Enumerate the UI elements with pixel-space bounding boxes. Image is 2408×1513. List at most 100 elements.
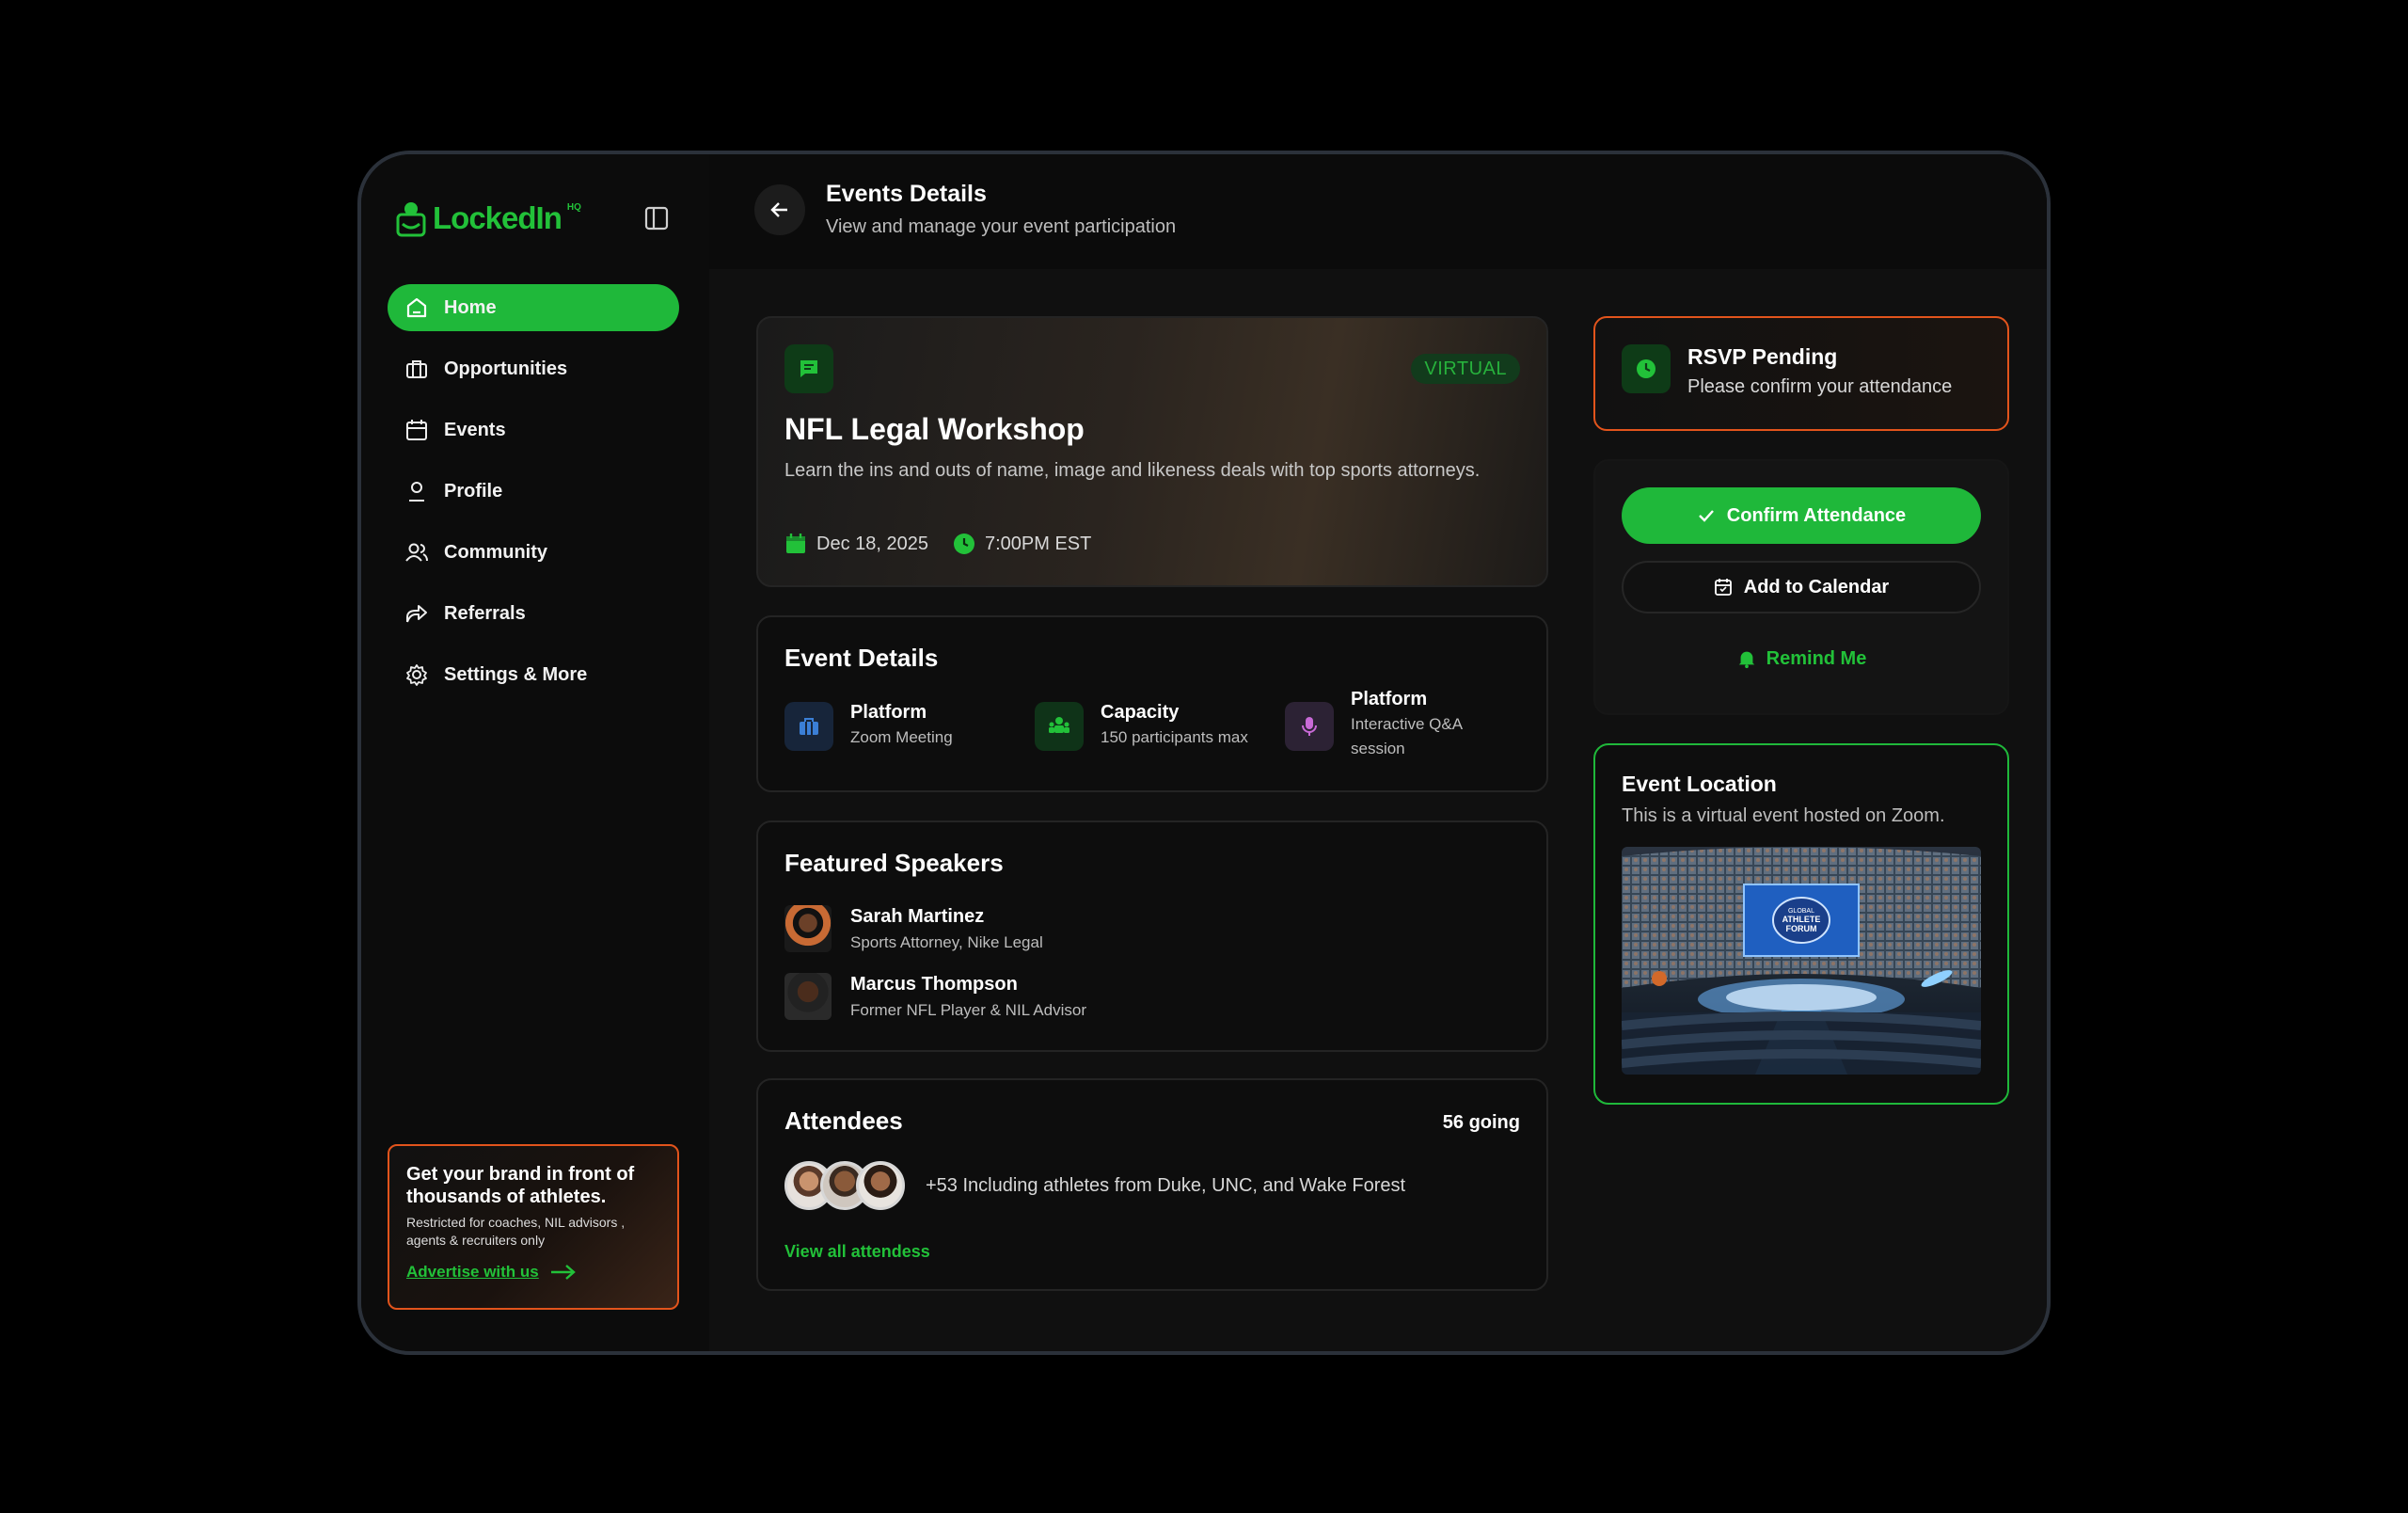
attendees-card: Attendees 56 going +53 Including athlete… [756, 1078, 1548, 1291]
promo-subtitle: Restricted for coaches, NIL advisors , a… [406, 1215, 626, 1248]
briefcase-icon [784, 702, 833, 751]
logo-text: LockedIn [433, 200, 562, 235]
event-date-text: Dec 18, 2025 [816, 533, 928, 554]
calendar-icon [406, 420, 427, 440]
logo-sup: HQ [566, 201, 581, 213]
arrow-left-icon [770, 202, 787, 217]
page-subtitle: View and manage your event participation [826, 216, 1177, 237]
view-all-attendees-link[interactable]: View all attendess [784, 1242, 930, 1262]
event-time-text: 7:00PM EST [984, 533, 1092, 554]
speaker-name: Marcus Thompson [850, 973, 1018, 995]
promo-title: Get your brand in front of thousands of … [406, 1164, 635, 1207]
attendee-row: +53 Including athletes from Duke, UNC, a… [784, 1161, 1405, 1210]
main-content: Events Details View and manage your even… [709, 154, 2047, 1351]
detail-value: Interactive Q&A session [1351, 715, 1463, 757]
rsvp-subtitle: Please confirm your attendance [1687, 376, 1953, 397]
speaker-name: Sarah Martinez [850, 905, 985, 927]
lock-logo-icon [396, 202, 426, 237]
detail-platform: Platform Zoom Meeting [784, 702, 953, 751]
chat-icon [784, 344, 833, 393]
calendar-icon [786, 534, 805, 553]
users-icon [405, 543, 428, 562]
speaker-photo [784, 973, 832, 1020]
detail-value: 150 participants max [1101, 728, 1248, 746]
check-icon [1698, 510, 1714, 522]
user-icon [409, 482, 424, 502]
attendee-summary: +53 Including athletes from Duke, UNC, a… [926, 1174, 1406, 1196]
bell-icon [1738, 651, 1754, 669]
attendee-avatars[interactable] [784, 1161, 905, 1210]
rsvp-actions-card: Confirm Attendance Add to Calendar Remin… [1593, 459, 2009, 715]
speaker-role: Sports Attorney, Nike Legal [850, 932, 1043, 951]
sidebar-nav: Home Opportunities Events Profile Commun… [388, 284, 679, 712]
event-venue-image: GLOBAL ATHLETE FORUM [1622, 847, 1981, 1075]
sidebar-item-label: Profile [444, 480, 503, 502]
people-icon [1035, 702, 1084, 751]
microphone-icon [1285, 702, 1334, 751]
venue-screen-line-1: GLOBAL [1788, 908, 1814, 915]
sidebar-item-opportunities[interactable]: Opportunities [388, 345, 679, 392]
gear-icon [406, 664, 427, 686]
featured-speakers-card: Featured Speakers Sarah Martinez Sports … [756, 820, 1548, 1052]
event-time: 7:00PM EST [953, 533, 1091, 555]
sidebar: LockedIn HQ Home Opportunities Events Pr… [361, 154, 709, 1351]
add-to-calendar-button[interactable]: Add to Calendar [1622, 561, 1981, 613]
clock-icon [1622, 344, 1671, 393]
sidebar-item-label: Events [444, 419, 506, 440]
venue-screen-line-3: FORUM [1786, 924, 1817, 933]
sidebar-toggle-icon[interactable] [643, 205, 670, 231]
location-subtitle: This is a virtual event hosted on Zoom. [1622, 805, 1945, 826]
section-title: Event Details [784, 644, 939, 672]
sidebar-item-label: Settings & More [444, 663, 588, 685]
briefcase-icon [406, 360, 427, 378]
event-details-card: Event Details Platform Zoom Meeting Capa… [756, 615, 1548, 792]
arrow-right-icon [550, 1265, 576, 1280]
location-title: Event Location [1622, 772, 1777, 796]
sidebar-item-home[interactable]: Home [388, 284, 679, 331]
attendee-count: 56 going [1442, 1112, 1520, 1133]
remind-me-label: Remind Me [1766, 647, 1867, 669]
avatar [856, 1161, 905, 1210]
home-icon [406, 297, 427, 318]
detail-label: Platform [1351, 689, 1428, 709]
advertise-link[interactable]: Advertise with us [406, 1263, 660, 1282]
topbar: Events Details View and manage your even… [709, 154, 2047, 269]
section-title: Attendees [784, 1107, 903, 1135]
advertise-promo-card: Get your brand in front of thousands of … [388, 1144, 679, 1310]
speaker-role: Former NFL Player & NIL Advisor [850, 1000, 1086, 1019]
event-meta: Dec 18, 2025 7:00PM EST [784, 533, 1091, 555]
add-to-calendar-label: Add to Calendar [1743, 576, 1890, 597]
sidebar-item-settings[interactable]: Settings & More [388, 651, 679, 698]
event-location-card: Event Location This is a virtual event h… [1593, 743, 2009, 1105]
calendar-icon [1714, 579, 1732, 596]
sidebar-item-referrals[interactable]: Referrals [388, 590, 679, 637]
rsvp-title: RSVP Pending [1687, 344, 1838, 369]
confirm-attendance-label: Confirm Attendance [1726, 504, 1907, 526]
speaker-item[interactable]: Marcus Thompson Former NFL Player & NIL … [784, 973, 1086, 1020]
sidebar-item-profile[interactable]: Profile [388, 468, 679, 515]
detail-label: Platform [850, 702, 927, 723]
advertise-link-label: Advertise with us [406, 1263, 539, 1281]
sidebar-item-label: Referrals [444, 602, 526, 624]
speaker-photo [784, 905, 832, 952]
back-button[interactable] [754, 184, 805, 235]
share-icon [406, 605, 427, 623]
confirm-attendance-button[interactable]: Confirm Attendance [1622, 487, 1981, 544]
speaker-item[interactable]: Sarah Martinez Sports Attorney, Nike Leg… [784, 905, 1043, 952]
page-title: Events Details [826, 181, 987, 207]
clock-icon [953, 534, 974, 554]
sidebar-item-events[interactable]: Events [388, 406, 679, 454]
event-type-badge: VIRTUAL [1411, 354, 1520, 384]
remind-me-button[interactable]: Remind Me [1622, 640, 1981, 677]
event-description: Learn the ins and outs of name, image an… [784, 460, 1481, 481]
detail-session: Platform Interactive Q&A session [1285, 689, 1511, 761]
sidebar-item-community[interactable]: Community [388, 529, 679, 576]
sidebar-item-label: Community [444, 541, 547, 563]
event-date: Dec 18, 2025 [784, 533, 928, 555]
sidebar-item-label: Home [444, 296, 497, 318]
logo[interactable]: LockedIn HQ [395, 198, 581, 239]
section-title: Featured Speakers [784, 849, 1004, 877]
event-hero-card: VIRTUAL NFL Legal Workshop Learn the ins… [756, 316, 1548, 587]
detail-label: Capacity [1101, 702, 1180, 723]
detail-value: Zoom Meeting [850, 728, 953, 746]
